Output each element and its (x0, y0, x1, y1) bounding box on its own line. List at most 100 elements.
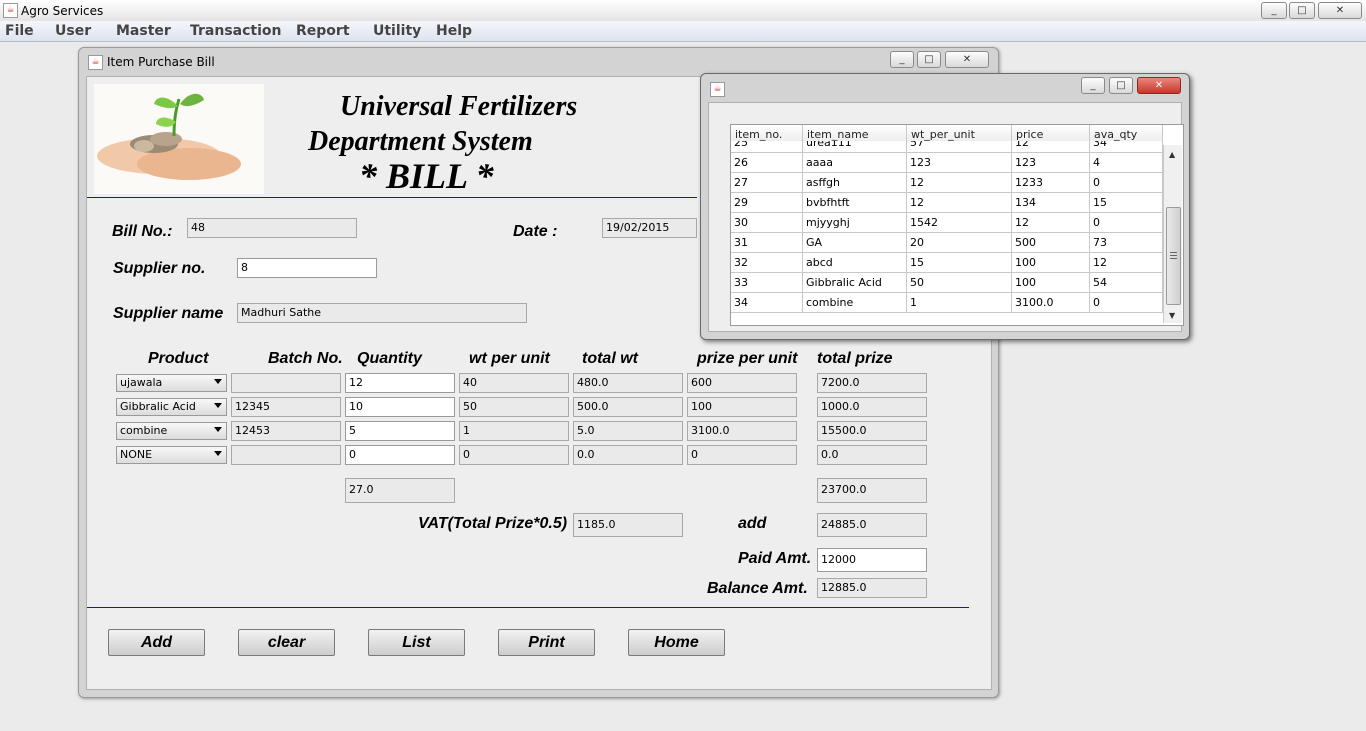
clear-button[interactable]: clear (238, 629, 335, 656)
menu-utility[interactable]: Utility (373, 23, 421, 39)
product-select-row3[interactable]: combine (116, 422, 227, 440)
table-cell[interactable]: 0 (1090, 293, 1163, 313)
product-select-value: Gibbralic Acid (120, 400, 196, 413)
table-cell[interactable]: 34 (731, 293, 803, 313)
bill-close-button[interactable]: ✕ (945, 51, 989, 68)
table-cell[interactable]: 30 (731, 213, 803, 233)
table-cell[interactable]: 26 (731, 153, 803, 173)
menu-report[interactable]: Report (296, 23, 350, 39)
table-cell[interactable]: 0 (1090, 173, 1163, 193)
scroll-down-icon[interactable]: ▼ (1169, 311, 1175, 320)
item-list-content: item_no. item_name wt_per_unit price ava… (708, 102, 1184, 332)
table-cell[interactable]: 29 (731, 193, 803, 213)
menu-help[interactable]: Help (436, 23, 472, 39)
table-cell[interactable]: 73 (1090, 233, 1163, 253)
list-minimize-button[interactable]: _ (1081, 77, 1105, 94)
product-select-value: combine (120, 424, 168, 437)
menu-master[interactable]: Master (116, 23, 171, 39)
table-cell[interactable]: mjyyghj (803, 213, 907, 233)
vertical-scrollbar[interactable]: ▲ ▼ (1163, 145, 1182, 323)
paid-amount-input[interactable]: 12000 (817, 548, 927, 572)
close-button[interactable]: ✕ (1318, 2, 1362, 19)
window-title: Item Purchase Bill (107, 55, 215, 69)
footer-divider (87, 607, 969, 608)
supplier-no-label: Supplier no. (113, 260, 206, 277)
quantity-input-row3[interactable]: 5 (345, 421, 455, 441)
table-cell[interactable]: 123 (907, 153, 1012, 173)
table-cell[interactable]: 100 (1012, 253, 1090, 273)
minimize-button[interactable]: _ (1261, 2, 1287, 19)
menu-transaction[interactable]: Transaction (190, 23, 282, 39)
print-button[interactable]: Print (498, 629, 595, 656)
table-cell[interactable]: 50 (907, 273, 1012, 293)
add-button[interactable]: Add (108, 629, 205, 656)
total-wt-row3: 5.0 (573, 421, 683, 441)
vat-label: VAT(Total Prize*0.5) (418, 515, 568, 532)
bill-maximize-button[interactable]: □ (917, 51, 941, 68)
quantity-input-row4[interactable]: 0 (345, 445, 455, 465)
table-cell[interactable]: bvbfhtft (803, 193, 907, 213)
product-select-row1[interactable]: ujawala (116, 374, 227, 392)
table-cell[interactable]: 12 (1090, 253, 1163, 273)
col-batch: Batch No. (268, 350, 343, 367)
menu-file[interactable]: File (5, 23, 34, 39)
list-close-button[interactable]: ✕ (1137, 77, 1181, 94)
table-cell[interactable]: aaaa (803, 153, 907, 173)
paid-amount-label: Paid Amt. (738, 550, 812, 567)
date-field: 19/02/2015 (602, 218, 697, 238)
table-cell[interactable]: 32 (731, 253, 803, 273)
item-list-window: ☕ _ □ ✕ item_no. item_name wt_per_unit p… (700, 73, 1190, 340)
table-cell[interactable]: 15 (907, 253, 1012, 273)
table-cell[interactable]: 123 (1012, 153, 1090, 173)
table-cell[interactable]: 1 (907, 293, 1012, 313)
table-cell[interactable]: 27 (731, 173, 803, 193)
app-title-bar: ☕ Agro Services _ □ ✕ (0, 0, 1366, 22)
heading-bill: * BILL * (359, 156, 494, 196)
table-cell[interactable]: 500 (1012, 233, 1090, 253)
table-cell[interactable]: 33 (731, 273, 803, 293)
java-window-icon: ☕ (710, 82, 725, 97)
scrollbar-thumb[interactable] (1166, 207, 1181, 305)
table-cell[interactable]: 15 (1090, 193, 1163, 213)
date-label: Date : (513, 223, 558, 240)
table-cell[interactable]: combine (803, 293, 907, 313)
table-cell[interactable]: Gibbralic Acid (803, 273, 907, 293)
table-cell[interactable]: 20 (907, 233, 1012, 253)
quantity-input-row2[interactable]: 10 (345, 397, 455, 417)
table-cell[interactable]: 3100.0 (1012, 293, 1090, 313)
table-cell[interactable]: 1233 (1012, 173, 1090, 193)
quantity-input-row1[interactable]: 12 (345, 373, 455, 393)
list-maximize-button[interactable]: □ (1109, 77, 1133, 94)
table-cell[interactable]: 12 (907, 173, 1012, 193)
total-prize-row4: 0.0 (817, 445, 927, 465)
supplier-no-input[interactable]: 8 (237, 258, 377, 278)
product-select-row4[interactable]: NONE (116, 446, 227, 464)
maximize-button[interactable]: □ (1289, 2, 1315, 19)
total-wt-row2: 500.0 (573, 397, 683, 417)
menu-user[interactable]: User (55, 23, 91, 39)
table-cell[interactable]: 4 (1090, 153, 1163, 173)
scroll-up-icon[interactable]: ▲ (1169, 150, 1175, 159)
table-cell[interactable]: 12 (907, 193, 1012, 213)
chevron-down-icon (214, 451, 222, 456)
table-cell[interactable]: GA (803, 233, 907, 253)
product-select-row2[interactable]: Gibbralic Acid (116, 398, 227, 416)
menubar: File User Master Transaction Report Util… (0, 21, 1366, 42)
table-cell[interactable]: 134 (1012, 193, 1090, 213)
list-button[interactable]: List (368, 629, 465, 656)
prize-per-unit-row1: 600 (687, 373, 797, 393)
table-cell[interactable]: 0 (1090, 213, 1163, 233)
table-cell[interactable]: 12 (1012, 213, 1090, 233)
add-label: add (738, 515, 767, 532)
table-cell[interactable]: abcd (803, 253, 907, 273)
bill-minimize-button[interactable]: _ (890, 51, 914, 68)
home-button[interactable]: Home (628, 629, 725, 656)
wt-per-unit-row3: 1 (459, 421, 569, 441)
table-cell[interactable]: asffgh (803, 173, 907, 193)
col-total-wt: total wt (582, 350, 638, 367)
header-divider (87, 197, 697, 198)
table-cell[interactable]: 100 (1012, 273, 1090, 293)
table-cell[interactable]: 31 (731, 233, 803, 253)
table-cell[interactable]: 54 (1090, 273, 1163, 293)
table-cell[interactable]: 1542 (907, 213, 1012, 233)
